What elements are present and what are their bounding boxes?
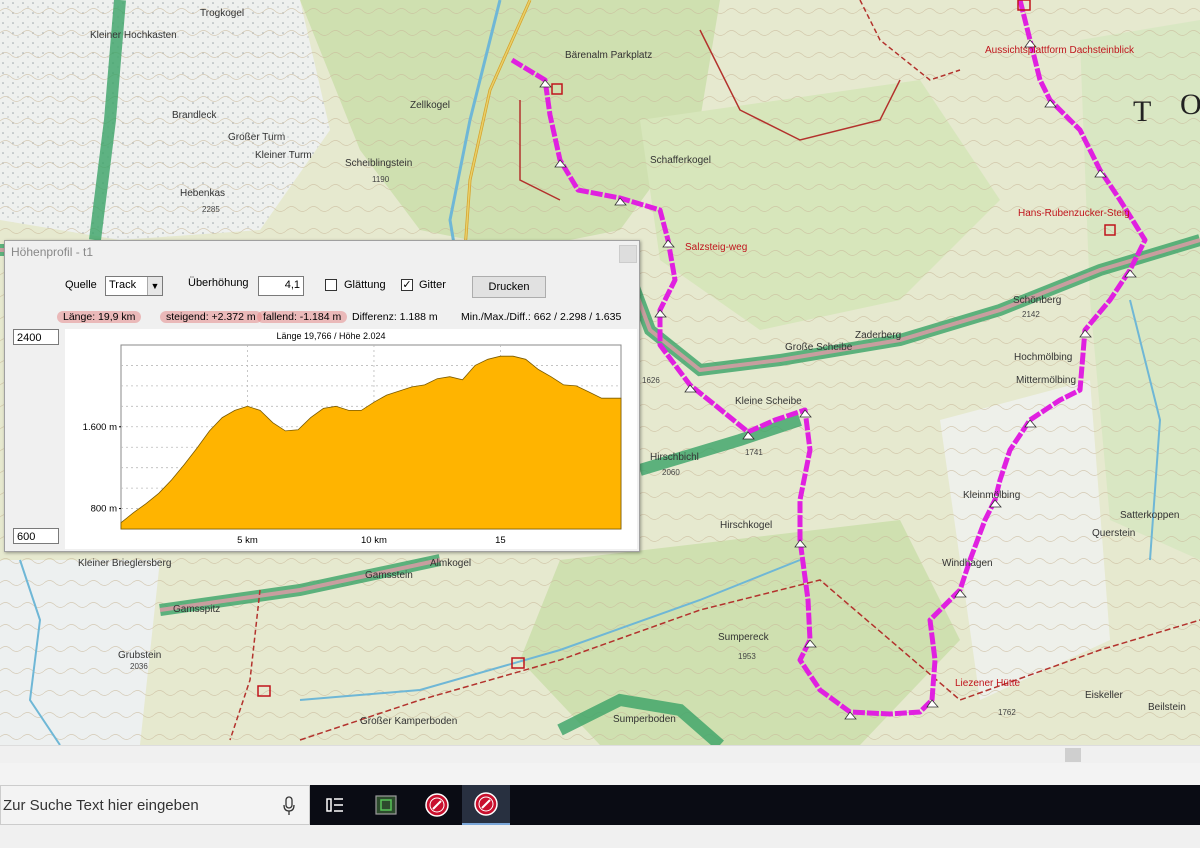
y-min-input[interactable]: 600 — [13, 528, 59, 544]
x-tick-label: 15 — [495, 535, 506, 546]
taskbar-app-terminal[interactable] — [362, 785, 410, 825]
map-label: Salzsteig-weg — [685, 242, 748, 253]
length-stat: Länge: 19,9 km — [57, 311, 142, 323]
map-label: Hirschbichl — [650, 452, 699, 463]
map-label: Scheiblingstein — [345, 158, 413, 169]
status-strip — [0, 763, 1200, 785]
close-button[interactable] — [619, 245, 637, 263]
map-label: 1762 — [998, 708, 1016, 717]
map-label: Zellkogel — [410, 100, 451, 111]
grid-label: Gitter — [419, 279, 446, 291]
map-label: Schönberg — [1013, 295, 1062, 306]
map-label: Zaderberg — [855, 330, 902, 341]
taskbar-search-box[interactable]: Zur Suche Text hier eingeben — [0, 785, 310, 825]
source-value: Track — [109, 279, 137, 291]
map-label: 1626 — [642, 376, 660, 385]
minmax-stat: Min./Max./Diff.: 662 / 2.298 / 1.635 — [461, 311, 622, 323]
map-label: 1190 — [372, 175, 390, 184]
ascent-stat: steigend: +2.372 m — [160, 311, 262, 323]
horizontal-scrollbar[interactable] — [0, 745, 1200, 763]
map-label: Grubstein — [118, 650, 162, 661]
smoothing-checkbox[interactable] — [325, 279, 337, 291]
scrollbar-thumb[interactable] — [1065, 748, 1081, 762]
compass-icon — [425, 793, 449, 817]
map-label: Hans-Rubenzucker-Steig — [1018, 208, 1130, 219]
map-label: 2142 — [1022, 310, 1040, 319]
descent-stat: fallend: -1.184 m — [257, 311, 348, 323]
map-label: Große Scheibe — [785, 342, 853, 353]
map-label: Mittermölbing — [1016, 375, 1077, 386]
map-label: Brandleck — [172, 110, 217, 121]
map-label: 2285 — [202, 205, 220, 214]
map-label: Aussichtsplattform Dachsteinblick — [985, 45, 1134, 56]
map-label: 1741 — [745, 448, 763, 457]
map-label: Kleiner Brieglersberg — [78, 558, 172, 569]
map-label: Satterkoppen — [1120, 510, 1180, 521]
map-label: Liezener Hütte — [955, 678, 1021, 689]
task-view-icon — [326, 798, 343, 812]
map-label: Schafferkogel — [650, 155, 711, 166]
map-label: Sumperboden — [613, 714, 676, 725]
chevron-down-icon: ▼ — [147, 277, 162, 295]
map-label: Großer Kamperboden — [360, 716, 458, 727]
map-label: Gamsspitz — [173, 604, 221, 615]
elevation-profile-window[interactable]: Höhenprofil - t1 Quelle Track ▼ Überhöhu… — [4, 240, 640, 552]
map-label: 2036 — [130, 662, 148, 671]
search-placeholder: Zur Suche Text hier eingeben — [3, 797, 199, 814]
grid-checkbox[interactable]: ✓ — [401, 279, 413, 291]
map-label: Hochmölbing — [1014, 352, 1073, 363]
elevation-chart-svg: Länge 19,766 / Höhe 2.024 800 m 1.600 m 5 k… — [83, 331, 622, 546]
map-label: Kleiner Turm — [255, 150, 312, 161]
map-label: Almkogel — [430, 558, 472, 569]
source-label: Quelle — [65, 279, 97, 291]
microphone-icon[interactable] — [283, 796, 295, 816]
difference-stat: Differenz: 1.188 m — [352, 311, 438, 323]
map-label: T — [1133, 95, 1152, 128]
taskbar-app-map[interactable] — [413, 785, 461, 825]
check-icon: ✓ — [402, 279, 412, 291]
task-view-button[interactable] — [311, 785, 359, 825]
map-label: Windhagen — [942, 558, 993, 569]
map-label: Kleinmölbing — [963, 490, 1021, 501]
window-title: Höhenprofil - t1 — [11, 245, 94, 259]
y-tick-label: 1.600 m — [83, 422, 117, 433]
x-tick-label: 10 km — [361, 535, 387, 546]
bottom-strip — [0, 825, 1200, 848]
map-label: Gamsstein — [365, 570, 413, 581]
compass-icon — [474, 792, 498, 816]
map-label: Sumpereck — [718, 632, 769, 643]
map-label: Eiskeller — [1085, 690, 1123, 701]
map-label: Querstein — [1092, 528, 1136, 539]
x-tick-label: 5 km — [237, 535, 258, 546]
y-tick-label: 800 m — [91, 504, 117, 515]
chart-title: Länge 19,766 / Höhe 2.024 — [276, 331, 385, 341]
windows-taskbar: Zur Suche Text hier eingeben — [0, 785, 1200, 825]
map-label: 1953 — [738, 652, 756, 661]
map-label: 2060 — [662, 468, 680, 477]
exaggeration-label: Überhöhung — [188, 277, 249, 289]
map-label: Hirschkogel — [720, 520, 773, 531]
taskbar-app-map-active[interactable] — [462, 785, 510, 825]
elevation-chart: Länge 19,766 / Höhe 2.024 800 m 1.600 m 5 k… — [65, 329, 637, 549]
map-label: Hebenkas — [180, 188, 226, 199]
y-max-input[interactable]: 2400 — [13, 329, 59, 345]
map-label: Großer Turm — [228, 132, 286, 143]
map-label: Kleine Scheibe — [735, 396, 802, 407]
map-label: Kleiner Hochkasten — [90, 30, 177, 41]
map-label: Beilstein — [1148, 702, 1186, 713]
source-select[interactable]: Track ▼ — [105, 276, 163, 296]
smoothing-label: Glättung — [344, 279, 386, 291]
app-window-icon — [375, 795, 397, 815]
map-label: Bärenalm Parkplatz — [565, 50, 653, 61]
map-label: Trogkogel — [200, 8, 245, 19]
print-button[interactable]: Drucken — [472, 276, 546, 298]
map-label: O — [1180, 88, 1200, 121]
exaggeration-input[interactable]: 4,1 — [258, 276, 304, 296]
